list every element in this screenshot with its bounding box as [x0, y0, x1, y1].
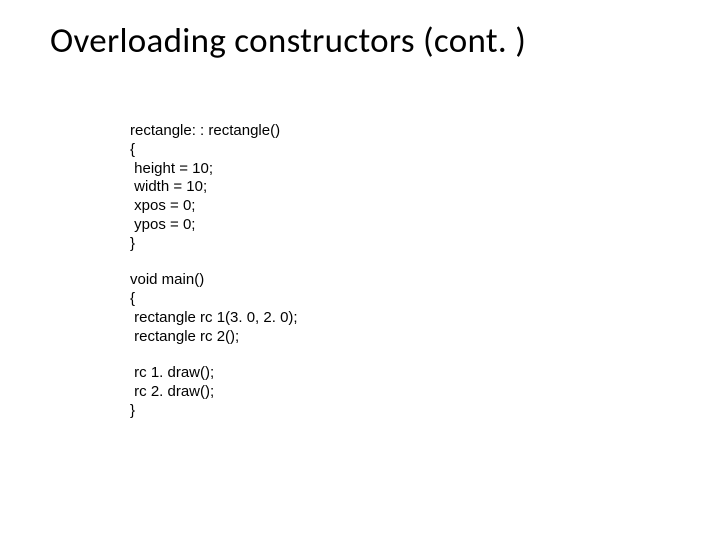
code-block-main-start: void main() { rectangle rc 1(3. 0, 2. 0)… — [130, 271, 680, 346]
code-area: rectangle: : rectangle() { height = 10; … — [130, 122, 680, 421]
slide-title: Overloading constructors (cont. ) — [50, 20, 680, 62]
code-block-main-end: rc 1. draw(); rc 2. draw(); } — [130, 364, 680, 420]
code-block-constructor: rectangle: : rectangle() { height = 10; … — [130, 122, 680, 253]
slide: Overloading constructors (cont. ) rectan… — [0, 0, 720, 540]
